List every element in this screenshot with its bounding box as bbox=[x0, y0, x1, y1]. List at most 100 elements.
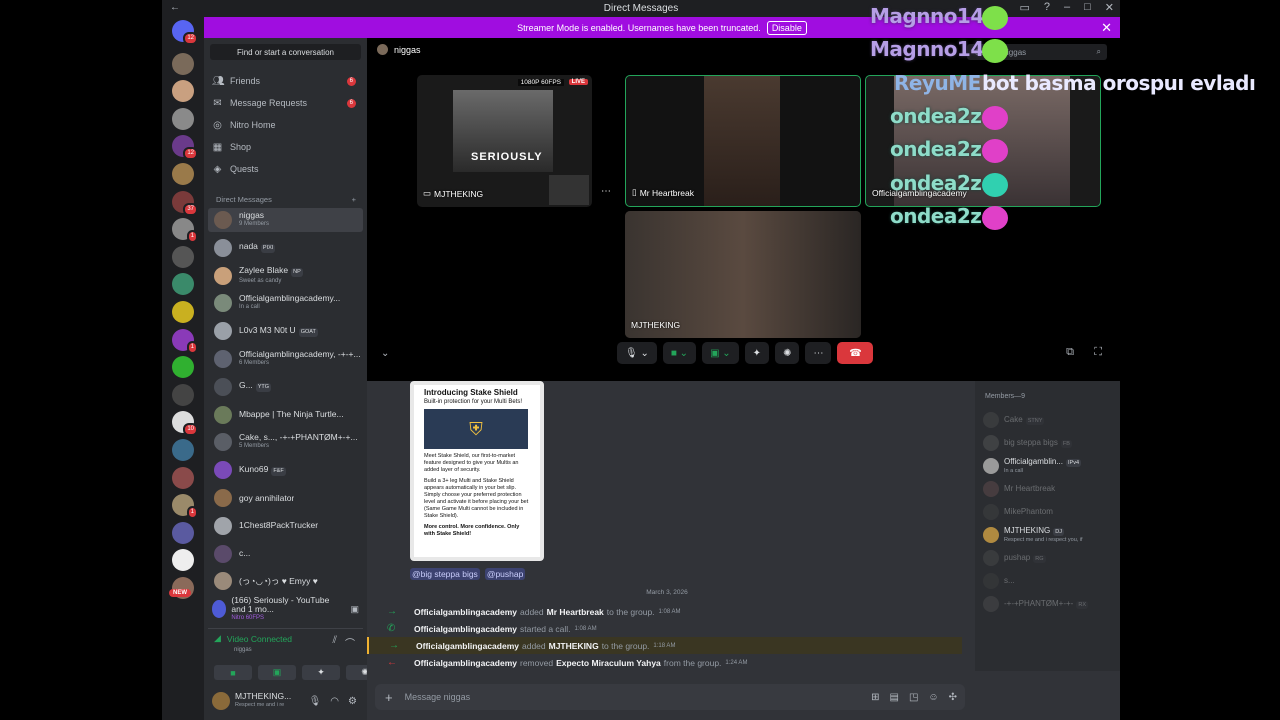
server-icon[interactable]: 1 bbox=[172, 494, 198, 520]
dm-item[interactable]: Zaylee Blake NP Sweet as candy bbox=[208, 264, 363, 288]
noise-suppression-icon[interactable]: ⫽ bbox=[333, 635, 337, 646]
nav-item-message-requests[interactable]: ✉ Message Requests 6 bbox=[212, 93, 358, 113]
dm-item[interactable]: niggas 9 Members bbox=[208, 208, 363, 232]
activities-button[interactable]: ✦ bbox=[302, 665, 340, 680]
target[interactable]: Mr Heartbreak bbox=[547, 607, 604, 617]
nav-item-quests[interactable]: ◈ Quests bbox=[212, 159, 358, 179]
server-icon[interactable] bbox=[172, 273, 194, 296]
more-button[interactable]: ⋯ bbox=[805, 342, 832, 364]
server-icon[interactable] bbox=[172, 107, 194, 130]
dm-item[interactable]: goy annihilator bbox=[208, 486, 363, 510]
member-item[interactable]: MikePhantom bbox=[983, 503, 1053, 521]
mute-button[interactable]: 🎙︎ ⌄ bbox=[617, 342, 657, 364]
mention[interactable]: @pushap bbox=[484, 568, 526, 580]
message-composer[interactable]: + Message niggas ⊞ ▤ ◳ ☺ ✣ bbox=[375, 684, 965, 710]
gift-icon[interactable]: ⊞ bbox=[871, 692, 879, 703]
gif-icon[interactable]: ▤ bbox=[889, 692, 898, 703]
apps-icon[interactable]: ✣ bbox=[949, 692, 957, 703]
nav-item-nitro-home[interactable]: ◎ Nitro Home bbox=[212, 115, 358, 135]
server-icon[interactable] bbox=[172, 163, 194, 185]
activities-button[interactable]: ✦ bbox=[744, 342, 770, 364]
dm-item[interactable]: Officialgamblingacademy... In a call bbox=[208, 291, 363, 315]
dm-item[interactable]: 1Chest8PackTrucker bbox=[208, 514, 363, 538]
emoji-icon[interactable]: ☺ bbox=[928, 692, 938, 703]
add-attachment-icon[interactable]: + bbox=[385, 690, 393, 705]
member-item[interactable]: Cake STNY bbox=[983, 411, 1045, 429]
stream-tile[interactable]: SERIOUSLY 1080P 60FPS LIVE ▭ MJTHEKING bbox=[417, 75, 592, 207]
member-item[interactable]: Officialgamblin... IPv4 In a call bbox=[983, 457, 1082, 475]
member-item[interactable]: MJTHEKING DJ Respect me and i respect you,… bbox=[983, 526, 1083, 544]
disable-button[interactable]: Disable bbox=[766, 20, 807, 35]
actor[interactable]: Officialgamblingacademy bbox=[414, 607, 517, 617]
server-tag: NP bbox=[291, 267, 303, 277]
activity-bar[interactable]: (166) Seriously - YouTube and 1 mo... Ni… bbox=[208, 593, 363, 625]
server-icon[interactable] bbox=[172, 549, 194, 572]
back-arrow-icon[interactable]: ← bbox=[170, 2, 180, 13]
voice-channel[interactable]: niggas bbox=[234, 647, 252, 653]
server-icon[interactable] bbox=[172, 356, 194, 379]
server-icon[interactable] bbox=[172, 245, 194, 268]
dm-item[interactable]: nada PIXI bbox=[208, 236, 363, 260]
server-icon[interactable] bbox=[172, 439, 194, 461]
nav-item-friends[interactable]: 👥︎ Friends 6 bbox=[212, 71, 358, 91]
screen-share-button[interactable]: ▣ ⌄ bbox=[702, 342, 739, 364]
camera-toggle-button[interactable]: ■ ⌄ bbox=[662, 342, 697, 364]
settings-gear-icon[interactable]: ⚙ bbox=[348, 696, 357, 707]
member-item[interactable]: Mr Heartbreak bbox=[983, 480, 1055, 498]
signal-icon[interactable]: ◢ bbox=[214, 633, 221, 644]
server-icon[interactable]: 12 bbox=[172, 20, 198, 45]
user-avatar[interactable] bbox=[212, 692, 230, 710]
server-icon[interactable] bbox=[172, 466, 194, 489]
server-icon[interactable] bbox=[172, 383, 194, 406]
dm-item[interactable]: Cake, s..., -+-+PHANTØM+-+... 5 Members bbox=[208, 430, 363, 454]
target[interactable]: Expecto Miraculum Yahya bbox=[556, 658, 661, 668]
server-icon[interactable]: 1 bbox=[172, 218, 198, 244]
disconnect-icon[interactable]: ⌒ bbox=[345, 635, 355, 650]
dm-item[interactable]: (っ◔◡◔)っ ♥ Emyy ♥ bbox=[208, 569, 363, 593]
video-tile-mjtheking[interactable]: MJTHEKING bbox=[625, 211, 861, 338]
popout-icon[interactable]: ⧉ bbox=[1066, 346, 1074, 359]
video-tile-mr-heartbreak[interactable]: ▯ Mr Heartbreak bbox=[625, 75, 861, 207]
member-item[interactable]: -+-+PHANTØM+-+- RX bbox=[983, 595, 1088, 613]
headphones-icon[interactable]: ◠ bbox=[330, 696, 339, 707]
share-screen-button[interactable]: ▣ bbox=[258, 665, 296, 680]
dm-item[interactable]: Officialgamblingacademy, -+-+... 6 Member… bbox=[208, 347, 363, 371]
dm-item[interactable]: Mbappe | The Ninja Turtle... bbox=[208, 403, 363, 427]
more-options-icon[interactable]: ⋯ bbox=[601, 186, 611, 197]
find-conversation-button[interactable]: Find or start a conversation bbox=[210, 44, 361, 60]
soundboard-button[interactable]: ✺ bbox=[775, 342, 800, 364]
collapse-chevron-icon[interactable]: ⌄ bbox=[381, 348, 389, 359]
actor[interactable]: Officialgamblingacademy bbox=[414, 658, 517, 668]
message-input[interactable]: Message niggas bbox=[405, 692, 471, 702]
server-icon[interactable]: 10 bbox=[172, 411, 198, 437]
dm-item[interactable]: Kuno69 F&F bbox=[208, 458, 363, 482]
fullscreen-icon[interactable]: ⛶ bbox=[1094, 346, 1102, 359]
stake-shield-image[interactable]: Introducing Stake Shield Built-in protec… bbox=[410, 381, 544, 561]
quests-icon: ◈ bbox=[213, 163, 222, 175]
end-call-button[interactable]: ☎ bbox=[837, 342, 874, 364]
actor[interactable]: Officialgamblingacademy bbox=[414, 624, 517, 634]
server-icon[interactable] bbox=[172, 521, 194, 544]
screen-share-icon[interactable]: ▣ bbox=[350, 604, 359, 615]
server-icon[interactable] bbox=[172, 52, 194, 75]
server-icon[interactable]: 12 bbox=[172, 135, 198, 161]
mention[interactable]: @big steppa bigs bbox=[410, 568, 480, 580]
dm-item[interactable]: c... bbox=[208, 542, 363, 566]
create-dm-icon[interactable]: + bbox=[352, 195, 356, 204]
server-icon[interactable]: 1 bbox=[172, 328, 198, 354]
server-icon[interactable]: 37 bbox=[172, 190, 198, 216]
dm-item[interactable]: L0v3 M3 N0t U GOAT bbox=[208, 319, 363, 343]
member-item[interactable]: pushap RG bbox=[983, 549, 1046, 567]
server-icon[interactable] bbox=[172, 301, 194, 323]
server-icon[interactable] bbox=[172, 80, 194, 103]
microphone-icon[interactable]: 🎙︎ bbox=[309, 696, 322, 707]
camera-button[interactable]: ■ bbox=[214, 665, 252, 680]
avatar bbox=[214, 377, 232, 396]
member-item[interactable]: s... bbox=[983, 572, 1015, 590]
nav-item-shop[interactable]: ▦ Shop bbox=[212, 137, 358, 157]
target[interactable]: MJTHEKING bbox=[549, 641, 599, 651]
actor[interactable]: Officialgamblingacademy bbox=[416, 641, 519, 651]
dm-item[interactable]: G... YTG bbox=[208, 375, 363, 399]
member-item[interactable]: big steppa bigs FB bbox=[983, 434, 1072, 452]
sticker-icon[interactable]: ◳ bbox=[909, 692, 918, 703]
